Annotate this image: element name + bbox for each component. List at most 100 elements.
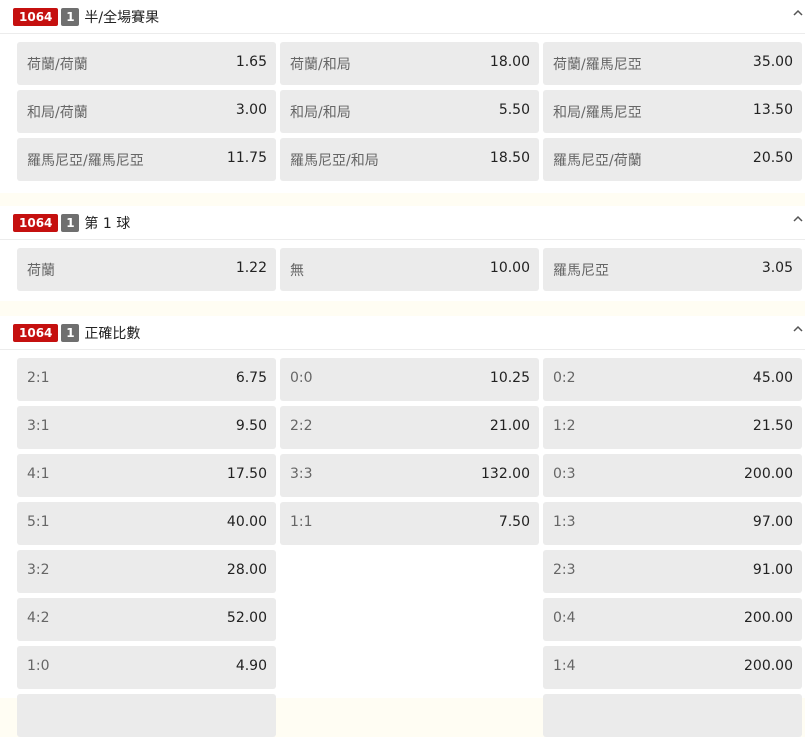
odds-button[interactable]: 荷蘭/羅馬尼亞 35.00 xyxy=(543,42,802,85)
odds-button[interactable]: 荷蘭/和局 18.00 xyxy=(280,42,539,85)
odds-value: 132.00 xyxy=(481,466,530,482)
odds-value: 28.00 xyxy=(226,562,267,578)
match-id-badge: 1064 xyxy=(13,7,59,26)
selection-label: 1:0 xyxy=(27,658,50,674)
odds-value: 97.00 xyxy=(752,514,793,530)
odds-value: 1.22 xyxy=(235,260,267,276)
selection-label: 荷蘭/和局 xyxy=(290,57,351,73)
collapse-chevron-up-icon[interactable] xyxy=(792,7,804,19)
match-number-badge: 1 xyxy=(61,213,80,232)
odds-value: 7.50 xyxy=(498,514,530,530)
selection-label: 和局/和局 xyxy=(290,105,351,121)
match-number-badge: 1 xyxy=(61,323,80,342)
selection-label: 1:2 xyxy=(553,418,576,434)
odds-button[interactable]: 4:1 17.50 xyxy=(17,454,276,497)
odds-button[interactable]: 0:0 10.25 xyxy=(280,358,539,401)
selection-label: 3:1 xyxy=(27,418,50,434)
odds-value: 3.05 xyxy=(761,260,793,276)
odds-button[interactable]: 3:3 132.00 xyxy=(280,454,539,497)
odds-value: 3.00 xyxy=(235,102,267,118)
selection-label: 0:3 xyxy=(553,466,576,482)
odds-value: 91.00 xyxy=(752,562,793,578)
odds-button[interactable] xyxy=(543,694,802,737)
selection-label: 羅馬尼亞/荷蘭 xyxy=(553,153,642,169)
market-header[interactable]: 1064 1 第 1 球 xyxy=(0,206,805,240)
odds-value: 10.25 xyxy=(489,370,530,386)
match-id-badge: 1064 xyxy=(13,213,59,232)
selection-label: 4:2 xyxy=(27,610,50,626)
market-header[interactable]: 1064 1 半/全場賽果 xyxy=(0,0,805,34)
selection-label: 和局/羅馬尼亞 xyxy=(553,105,642,121)
odds-value: 52.00 xyxy=(226,610,267,626)
match-number-badge: 1 xyxy=(61,7,80,26)
selection-label: 3:3 xyxy=(290,466,313,482)
selection-label: 無 xyxy=(290,263,304,279)
odds-button[interactable]: 2:1 6.75 xyxy=(17,358,276,401)
odds-value: 21.00 xyxy=(489,418,530,434)
odds-button[interactable]: 1:4 200.00 xyxy=(543,646,802,689)
odds-button[interactable]: 和局/羅馬尼亞 13.50 xyxy=(543,90,802,133)
odds-value: 13.50 xyxy=(752,102,793,118)
selection-label: 2:3 xyxy=(553,562,576,578)
odds-value: 4.90 xyxy=(235,658,267,674)
odds-value: 10.00 xyxy=(489,260,530,276)
selection-label: 荷蘭 xyxy=(27,263,55,279)
collapse-chevron-up-icon[interactable] xyxy=(792,323,804,335)
odds-button[interactable]: 4:2 52.00 xyxy=(17,598,276,641)
odds-button[interactable]: 1:2 21.50 xyxy=(543,406,802,449)
market-title: 第 1 球 xyxy=(84,215,131,232)
odds-button[interactable]: 羅馬尼亞 3.05 xyxy=(543,248,802,291)
selection-label: 1:1 xyxy=(290,514,313,530)
odds-button[interactable]: 羅馬尼亞/羅馬尼亞 11.75 xyxy=(17,138,276,181)
odds-button[interactable]: 2:3 91.00 xyxy=(543,550,802,593)
selection-label: 1:4 xyxy=(553,658,576,674)
selection-label: 1:3 xyxy=(553,514,576,530)
market-title: 半/全場賽果 xyxy=(84,9,160,26)
selection-label: 3:2 xyxy=(27,562,50,578)
selection-label: 2:2 xyxy=(290,418,313,434)
odds-button[interactable]: 3:2 28.00 xyxy=(17,550,276,593)
odds-value: 35.00 xyxy=(752,54,793,70)
odds-button[interactable]: 1:0 4.90 xyxy=(17,646,276,689)
odds-value: 5.50 xyxy=(498,102,530,118)
odds-value: 11.75 xyxy=(226,150,267,166)
odds-button[interactable]: 0:3 200.00 xyxy=(543,454,802,497)
selection-label: 0:0 xyxy=(290,370,313,386)
odds-value: 40.00 xyxy=(226,514,267,530)
collapse-chevron-up-icon[interactable] xyxy=(792,213,804,225)
odds-button[interactable]: 和局/和局 5.50 xyxy=(280,90,539,133)
odds-button[interactable]: 2:2 21.00 xyxy=(280,406,539,449)
selection-label: 羅馬尼亞/羅馬尼亞 xyxy=(27,153,144,169)
selection-label: 羅馬尼亞/和局 xyxy=(290,153,379,169)
odds-button[interactable]: 羅馬尼亞/和局 18.50 xyxy=(280,138,539,181)
odds-button[interactable]: 0:4 200.00 xyxy=(543,598,802,641)
odds-button[interactable]: 1:3 97.00 xyxy=(543,502,802,545)
selection-label: 和局/荷蘭 xyxy=(27,105,88,121)
odds-button[interactable]: 荷蘭 1.22 xyxy=(17,248,276,291)
selection-label: 5:1 xyxy=(27,514,50,530)
odds-value: 18.00 xyxy=(489,54,530,70)
selection-label: 0:4 xyxy=(553,610,576,626)
odds-button[interactable]: 1:1 7.50 xyxy=(280,502,539,545)
market-correct-score: 1064 1 正確比數 2:1 6.75 0:0 10.25 0:2 45.00 3:1 9.… xyxy=(0,316,805,737)
selection-label: 荷蘭/羅馬尼亞 xyxy=(553,57,642,73)
odds-button[interactable]: 0:2 45.00 xyxy=(543,358,802,401)
odds-value: 6.75 xyxy=(235,370,267,386)
odds-button[interactable]: 3:1 9.50 xyxy=(17,406,276,449)
odds-button[interactable]: 5:1 40.00 xyxy=(17,502,276,545)
odds-value: 9.50 xyxy=(235,418,267,434)
odds-value: 200.00 xyxy=(744,658,793,674)
odds-value: 21.50 xyxy=(752,418,793,434)
market-header[interactable]: 1064 1 正確比數 xyxy=(0,316,805,350)
odds-button[interactable] xyxy=(17,694,276,737)
market-title: 正確比數 xyxy=(84,325,141,342)
odds-value: 1.65 xyxy=(235,54,267,70)
odds-button[interactable]: 荷蘭/荷蘭 1.65 xyxy=(17,42,276,85)
odds-button[interactable]: 和局/荷蘭 3.00 xyxy=(17,90,276,133)
odds-value: 20.50 xyxy=(752,150,793,166)
selection-label: 荷蘭/荷蘭 xyxy=(27,57,88,73)
odds-value: 18.50 xyxy=(489,150,530,166)
odds-button[interactable]: 無 10.00 xyxy=(280,248,539,291)
odds-button[interactable]: 羅馬尼亞/荷蘭 20.50 xyxy=(543,138,802,181)
market-half-full-time: 1064 1 半/全場賽果 荷蘭/荷蘭 1.65 荷蘭/和局 18.00 荷蘭/羅馬尼亞… xyxy=(0,0,805,193)
